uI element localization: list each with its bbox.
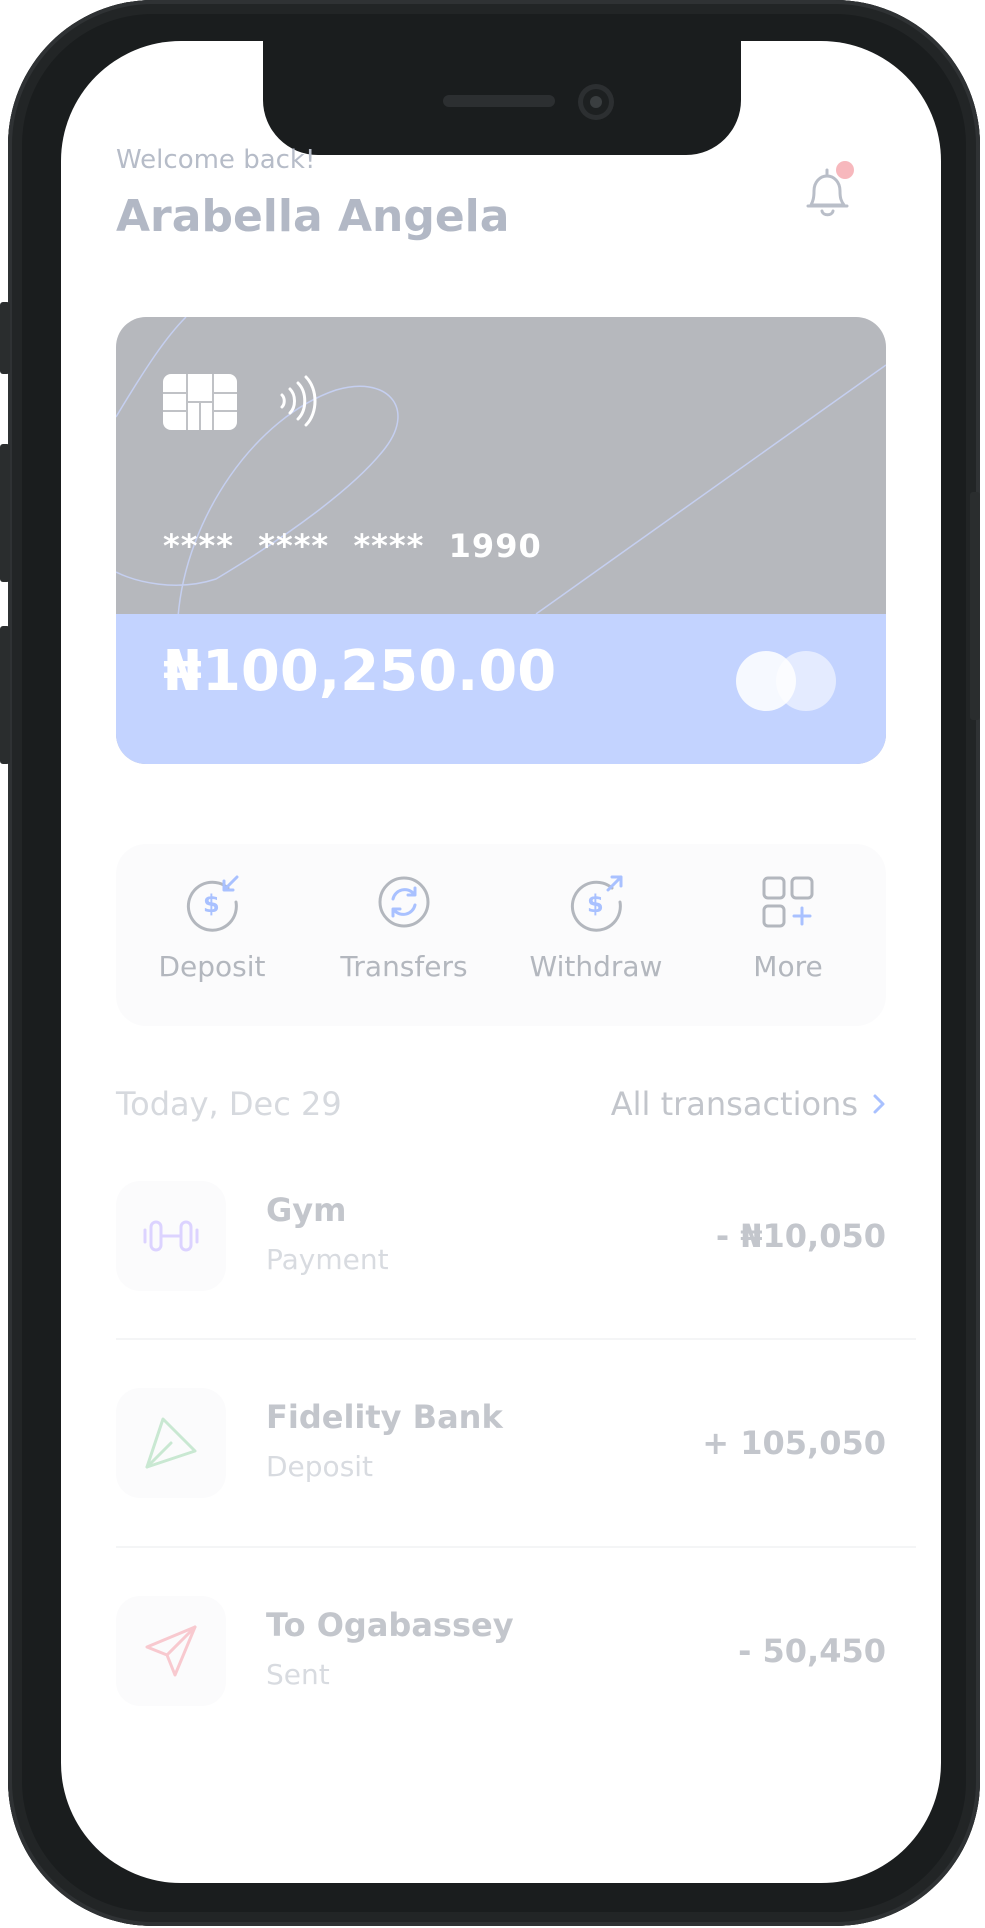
dumbbell-icon xyxy=(143,1220,199,1252)
svg-text:$: $ xyxy=(587,890,604,918)
transaction-icon-box xyxy=(116,1596,226,1706)
chevron-right-icon xyxy=(873,1094,885,1114)
transactions-date: Today, Dec 29 xyxy=(116,1085,342,1123)
bank-card[interactable]: **** **** **** 1990 ₦100,250.00 xyxy=(116,317,886,764)
transaction-title: Gym xyxy=(266,1191,347,1229)
transaction-icon-box xyxy=(116,1388,226,1498)
notch xyxy=(263,41,741,155)
screen: Welcome back! Arabella Angela **** **** … xyxy=(61,41,941,1883)
speaker xyxy=(443,95,555,107)
all-transactions-link[interactable]: All transactions xyxy=(611,1085,886,1123)
transaction-subtitle: Deposit xyxy=(266,1450,374,1483)
chip-icon xyxy=(163,374,237,430)
transaction-title: To Ogabassey xyxy=(266,1606,514,1644)
withdraw-label: Withdraw xyxy=(529,950,663,983)
volume-up-button xyxy=(0,444,10,582)
transfers-button[interactable]: Transfers xyxy=(308,872,500,983)
divider xyxy=(116,1546,916,1548)
transaction-amount: - 50,450 xyxy=(738,1632,886,1670)
transaction-amount: + 105,050 xyxy=(702,1424,886,1462)
volume-down-button xyxy=(0,626,10,764)
transaction-icon-box xyxy=(116,1181,226,1291)
card-balance: ₦100,250.00 xyxy=(163,639,557,704)
transaction-subtitle: Sent xyxy=(266,1658,330,1691)
welcome-text: Welcome back! xyxy=(116,145,316,175)
card-number: **** **** **** 1990 xyxy=(163,527,542,565)
notification-button[interactable] xyxy=(801,161,855,225)
divider xyxy=(116,1338,916,1340)
transaction-row[interactable]: To Ogabassey Sent - 50,450 xyxy=(116,1596,886,1716)
deposit-button[interactable]: $ Deposit xyxy=(116,872,308,983)
transaction-amount: - ₦10,050 xyxy=(715,1217,886,1255)
contactless-icon xyxy=(280,375,317,427)
withdraw-button[interactable]: $ Withdraw xyxy=(500,872,692,983)
card-balance-strip: ₦100,250.00 xyxy=(116,614,886,764)
transaction-title: Fidelity Bank xyxy=(266,1398,503,1436)
user-name: Arabella Angela xyxy=(116,191,510,242)
all-transactions-label: All transactions xyxy=(610,1085,858,1123)
grid-plus-icon xyxy=(762,876,814,928)
deposit-icon: $ xyxy=(186,875,239,932)
mute-switch xyxy=(0,302,10,374)
phone-frame: Welcome back! Arabella Angela **** **** … xyxy=(0,0,980,1926)
mastercard-circle-right xyxy=(776,651,836,711)
quick-actions: $ Deposit Transfers $ Withdraw More xyxy=(116,844,886,1026)
deposit-label: Deposit xyxy=(158,950,266,983)
front-camera xyxy=(578,84,614,120)
send-icon xyxy=(145,1625,197,1677)
transaction-row[interactable]: Fidelity Bank Deposit + 105,050 xyxy=(116,1388,886,1508)
transfer-icon xyxy=(378,876,430,928)
transaction-subtitle: Payment xyxy=(266,1243,389,1276)
more-label: More xyxy=(753,950,823,983)
more-button[interactable]: More xyxy=(692,872,884,983)
received-arrow-icon xyxy=(145,1417,197,1469)
transaction-row[interactable]: Gym Payment - ₦10,050 xyxy=(116,1181,886,1301)
notification-dot xyxy=(836,161,854,179)
withdraw-icon: $ xyxy=(570,875,623,932)
transfers-label: Transfers xyxy=(340,950,468,983)
power-button xyxy=(970,492,980,720)
svg-text:$: $ xyxy=(203,890,220,918)
